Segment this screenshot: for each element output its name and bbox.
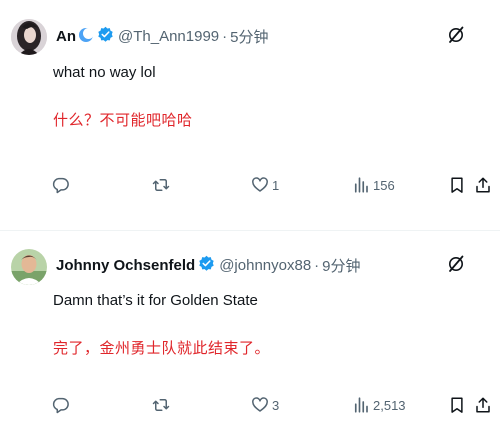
reply-icon xyxy=(52,176,70,194)
view-count: 2,513 xyxy=(373,397,406,413)
action-bar: 1 156 xyxy=(0,176,500,200)
reply-button[interactable] xyxy=(52,176,73,194)
avatar[interactable] xyxy=(11,19,47,55)
views-button[interactable]: 156 xyxy=(352,176,395,194)
tweet[interactable]: An @Th_Ann1999 · 5分钟 what no way lol 什么？… xyxy=(0,0,500,230)
bookmark-button[interactable] xyxy=(448,396,466,414)
like-icon xyxy=(251,176,269,194)
tweet-header: An @Th_Ann1999 · 5分钟 xyxy=(56,26,268,47)
like-icon xyxy=(251,396,269,414)
share-icon xyxy=(474,176,492,194)
tweet-divider xyxy=(0,230,500,231)
action-bar: 3 2,513 xyxy=(0,396,500,420)
handle[interactable]: @Th_Ann1999 xyxy=(118,28,219,45)
tweet-text: what no way lol xyxy=(53,64,156,81)
view-count: 156 xyxy=(373,177,395,193)
moon-icon xyxy=(78,27,94,47)
retweet-icon xyxy=(152,396,170,414)
tweet-header: Johnny Ochsenfeld @johnnyox88 · 9分钟 xyxy=(56,255,361,276)
share-button[interactable] xyxy=(474,176,492,194)
grok-icon[interactable] xyxy=(446,254,466,279)
display-name[interactable]: An xyxy=(56,28,76,45)
like-button[interactable]: 3 xyxy=(251,396,279,414)
display-name[interactable]: Johnny Ochsenfeld xyxy=(56,257,195,274)
like-count: 3 xyxy=(272,397,280,413)
timestamp[interactable]: 9分钟 xyxy=(322,255,360,276)
retweet-icon xyxy=(152,176,170,194)
views-icon xyxy=(352,176,370,194)
reply-icon xyxy=(52,396,70,414)
like-count: 1 xyxy=(272,177,280,193)
bookmark-icon xyxy=(448,396,466,414)
grok-icon[interactable] xyxy=(446,25,466,50)
tweet-translation: 完了，金州勇士队就此结束了。 xyxy=(53,340,271,357)
handle[interactable]: @johnnyox88 xyxy=(219,257,311,274)
bookmark-button[interactable] xyxy=(448,176,466,194)
verified-badge-icon[interactable] xyxy=(97,26,114,47)
timestamp[interactable]: 5分钟 xyxy=(230,26,268,47)
tweet-translation: 什么？不可能吧哈哈 xyxy=(53,112,193,129)
verified-badge-icon[interactable] xyxy=(198,255,215,276)
bookmark-icon xyxy=(448,176,466,194)
separator-dot: · xyxy=(314,257,320,274)
retweet-button[interactable] xyxy=(152,396,173,414)
retweet-button[interactable] xyxy=(152,176,173,194)
avatar[interactable] xyxy=(11,249,47,285)
separator-dot: · xyxy=(222,28,228,45)
tweet[interactable]: Johnny Ochsenfeld @johnnyox88 · 9分钟 Damn… xyxy=(0,232,500,440)
reply-button[interactable] xyxy=(52,396,73,414)
like-button[interactable]: 1 xyxy=(251,176,279,194)
share-icon xyxy=(474,396,492,414)
share-button[interactable] xyxy=(474,396,492,414)
views-button[interactable]: 2,513 xyxy=(352,396,406,414)
tweet-text: Damn that’s it for Golden State xyxy=(53,292,258,309)
views-icon xyxy=(352,396,370,414)
